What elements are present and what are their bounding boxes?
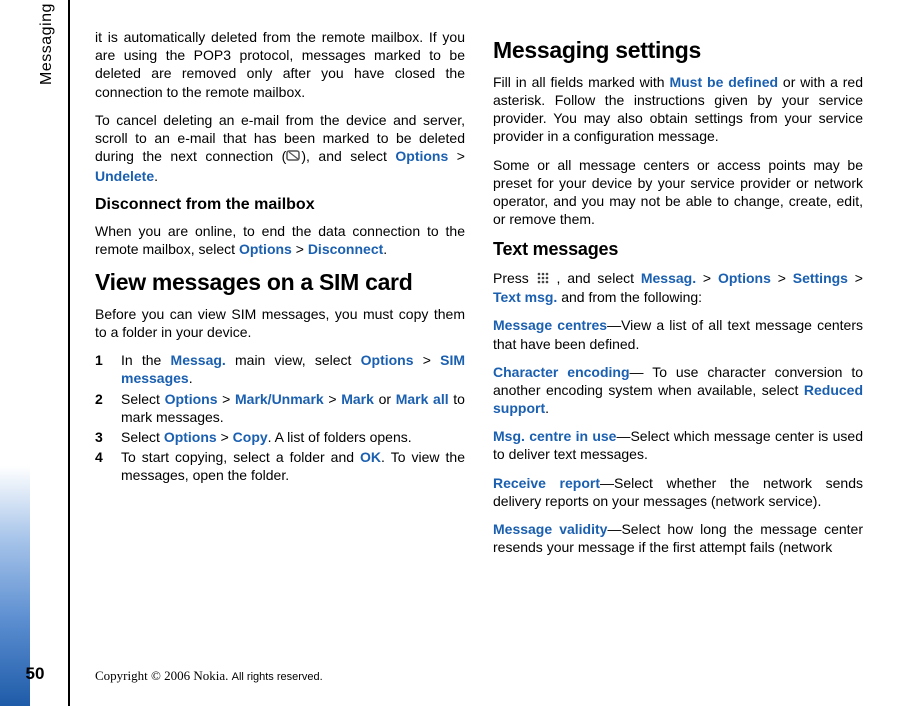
messag-link: Messag. bbox=[641, 270, 696, 286]
text: ), and select bbox=[301, 148, 395, 164]
text-msg-link: Text msg. bbox=[493, 289, 557, 305]
paragraph: Before you can view SIM messages, you mu… bbox=[95, 305, 465, 341]
right-column: Messaging settings Fill in all fields ma… bbox=[493, 28, 863, 566]
menu-key-icon bbox=[536, 270, 550, 288]
text: Press bbox=[493, 270, 536, 286]
list-item: 1 In the Messag. main view, select Optio… bbox=[95, 351, 465, 387]
paragraph: Some or all message centers or access po… bbox=[493, 156, 863, 229]
step-number: 1 bbox=[95, 351, 103, 369]
delete-mark-icon bbox=[286, 148, 301, 166]
copy-link: Copy bbox=[233, 429, 268, 445]
msg-centre-in-use-label: Msg. centre in use bbox=[493, 428, 616, 444]
text: and from the following: bbox=[557, 289, 702, 305]
text: > bbox=[217, 429, 233, 445]
text: > bbox=[696, 270, 718, 286]
options-link: Options bbox=[718, 270, 771, 286]
undelete-link: Undelete bbox=[95, 168, 154, 184]
ok-link: OK bbox=[360, 449, 381, 465]
text: To start copying, select a folder and bbox=[121, 449, 360, 465]
paragraph: Message centres—View a list of all text … bbox=[493, 316, 863, 352]
paragraph: it is automatically deleted from the rem… bbox=[95, 28, 465, 101]
steps-list: 1 In the Messag. main view, select Optio… bbox=[95, 351, 465, 484]
text: , and select bbox=[550, 270, 641, 286]
text: Select bbox=[121, 429, 164, 445]
copyright-text: Copyright © 2006 Nokia. bbox=[95, 668, 232, 683]
list-item: 4 To start copying, select a folder and … bbox=[95, 448, 465, 484]
text: . bbox=[545, 400, 549, 416]
text: main view, select bbox=[226, 352, 361, 368]
disconnect-link: Disconnect bbox=[308, 241, 383, 257]
heading-text-messages: Text messages bbox=[493, 238, 863, 261]
step-number: 3 bbox=[95, 428, 103, 446]
paragraph: Press , and select Messag. > Options > S… bbox=[493, 269, 863, 307]
list-item: 3 Select Options > Copy. A list of folde… bbox=[95, 428, 465, 446]
text: . bbox=[189, 370, 193, 386]
step-number: 4 bbox=[95, 448, 103, 466]
paragraph: Msg. centre in use—Select which message … bbox=[493, 427, 863, 463]
text: Fill in all fields marked with bbox=[493, 74, 669, 90]
copyright: Copyright © 2006 Nokia. All rights reser… bbox=[95, 668, 323, 684]
page-number: 50 bbox=[0, 664, 70, 684]
text: . bbox=[383, 241, 387, 257]
text: . A list of folders opens. bbox=[268, 429, 412, 445]
settings-link: Settings bbox=[793, 270, 848, 286]
paragraph: Receive report—Select whether the networ… bbox=[493, 474, 863, 510]
paragraph: To cancel deleting an e-mail from the de… bbox=[95, 111, 465, 185]
message-validity-label: Message validity bbox=[493, 521, 607, 537]
step-number: 2 bbox=[95, 390, 103, 408]
text: Select bbox=[121, 391, 165, 407]
text: > bbox=[448, 148, 465, 164]
character-encoding-label: Character encoding bbox=[493, 364, 630, 380]
must-be-defined-link: Must be defined bbox=[669, 74, 778, 90]
message-centres-label: Message centres bbox=[493, 317, 607, 333]
paragraph: Character encoding— To use character con… bbox=[493, 363, 863, 418]
sidebar: Messaging 50 bbox=[0, 0, 70, 706]
copyright-tail: All rights reserved. bbox=[232, 671, 323, 683]
paragraph: Fill in all fields marked with Must be d… bbox=[493, 73, 863, 146]
paragraph: Message validity—Select how long the mes… bbox=[493, 520, 863, 556]
page-content: it is automatically deleted from the rem… bbox=[95, 28, 875, 566]
heading-disconnect: Disconnect from the mailbox bbox=[95, 195, 465, 216]
heading-sim: View messages on a SIM card bbox=[95, 268, 465, 298]
text: > bbox=[771, 270, 793, 286]
text: . bbox=[154, 168, 158, 184]
heading-settings: Messaging settings bbox=[493, 36, 863, 66]
text: or bbox=[374, 391, 396, 407]
list-item: 2 Select Options > Mark/Unmark > Mark or… bbox=[95, 390, 465, 426]
text: > bbox=[324, 391, 342, 407]
options-link: Options bbox=[164, 429, 217, 445]
messag-link: Messag. bbox=[171, 352, 226, 368]
section-tab-label: Messaging bbox=[38, 3, 56, 85]
text: > bbox=[414, 352, 441, 368]
options-link: Options bbox=[239, 241, 292, 257]
mark-link: Mark bbox=[341, 391, 374, 407]
text: > bbox=[292, 241, 308, 257]
options-link: Options bbox=[395, 148, 448, 164]
text: > bbox=[848, 270, 863, 286]
mark-all-link: Mark all bbox=[396, 391, 449, 407]
text: In the bbox=[121, 352, 171, 368]
receive-report-label: Receive report bbox=[493, 475, 600, 491]
left-column: it is automatically deleted from the rem… bbox=[95, 28, 465, 566]
mark-unmark-link: Mark/Unmark bbox=[235, 391, 324, 407]
options-link: Options bbox=[165, 391, 218, 407]
paragraph: When you are online, to end the data con… bbox=[95, 222, 465, 258]
text: > bbox=[217, 391, 235, 407]
options-link: Options bbox=[361, 352, 414, 368]
